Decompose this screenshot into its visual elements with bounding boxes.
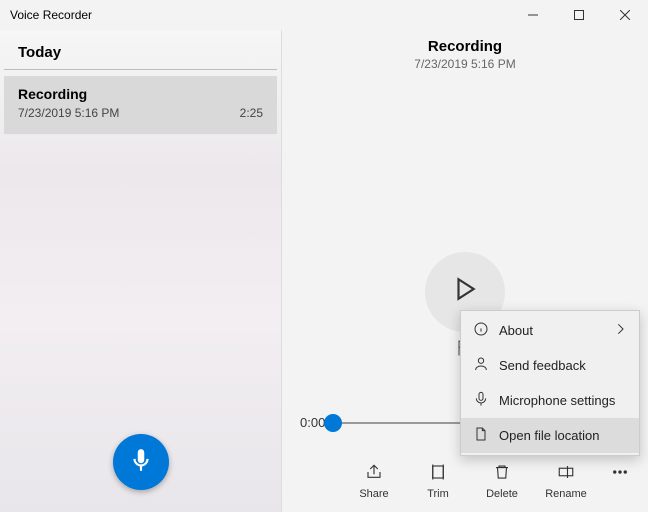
recording-date: 7/23/2019 5:16 PM bbox=[282, 57, 648, 71]
share-button[interactable]: Share bbox=[344, 459, 404, 504]
more-button[interactable] bbox=[600, 459, 640, 504]
menu-mic-label: Microphone settings bbox=[499, 393, 615, 408]
app-title: Voice Recorder bbox=[10, 8, 92, 22]
maximize-button[interactable] bbox=[556, 0, 602, 30]
main-panel: Recording 7/23/2019 5:16 PM 0:00 bbox=[282, 30, 648, 512]
feedback-icon bbox=[473, 356, 489, 375]
menu-item-microphone-settings[interactable]: Microphone settings bbox=[461, 383, 639, 418]
overflow-menu: About Send feedback Microphone settings … bbox=[460, 310, 640, 456]
trim-button[interactable]: Trim bbox=[408, 459, 468, 504]
more-icon bbox=[611, 463, 629, 488]
recording-item-duration: 2:25 bbox=[240, 106, 263, 120]
menu-item-feedback[interactable]: Send feedback bbox=[461, 348, 639, 383]
group-header-today: Today bbox=[4, 30, 277, 70]
menu-item-about[interactable]: About bbox=[461, 313, 639, 348]
rename-label: Rename bbox=[545, 488, 587, 500]
chevron-right-icon bbox=[613, 321, 629, 340]
trim-label: Trim bbox=[427, 488, 449, 500]
minimize-button[interactable] bbox=[510, 0, 556, 30]
delete-label: Delete bbox=[486, 488, 518, 500]
info-icon bbox=[473, 321, 489, 340]
menu-open-label: Open file location bbox=[499, 428, 599, 443]
trim-icon bbox=[429, 463, 447, 488]
delete-button[interactable]: Delete bbox=[472, 459, 532, 504]
trash-icon bbox=[493, 463, 511, 488]
close-button[interactable] bbox=[602, 0, 648, 30]
menu-about-label: About bbox=[499, 323, 533, 338]
microphone-icon bbox=[128, 447, 154, 478]
rename-icon bbox=[557, 463, 575, 488]
share-label: Share bbox=[359, 488, 388, 500]
play-icon bbox=[452, 276, 478, 307]
share-icon bbox=[365, 463, 383, 488]
title-bar: Voice Recorder bbox=[0, 0, 648, 30]
file-icon bbox=[473, 426, 489, 445]
recordings-sidebar: Today Recording 7/23/2019 5:16 PM 2:25 bbox=[0, 30, 282, 512]
current-time-label: 0:00 bbox=[300, 415, 325, 430]
record-button[interactable] bbox=[113, 434, 169, 490]
bottom-toolbar: Share Trim Delete Rename bbox=[282, 459, 648, 504]
menu-feedback-label: Send feedback bbox=[499, 358, 586, 373]
microphone-icon bbox=[473, 391, 489, 410]
recording-item-title: Recording bbox=[18, 86, 263, 102]
menu-item-open-file-location[interactable]: Open file location bbox=[461, 418, 639, 453]
rename-button[interactable]: Rename bbox=[536, 459, 596, 504]
recording-item-subtitle: 7/23/2019 5:16 PM bbox=[18, 106, 263, 120]
recording-list-item[interactable]: Recording 7/23/2019 5:16 PM 2:25 bbox=[4, 76, 277, 134]
seek-thumb[interactable] bbox=[324, 414, 342, 432]
recording-title: Recording bbox=[282, 38, 648, 55]
